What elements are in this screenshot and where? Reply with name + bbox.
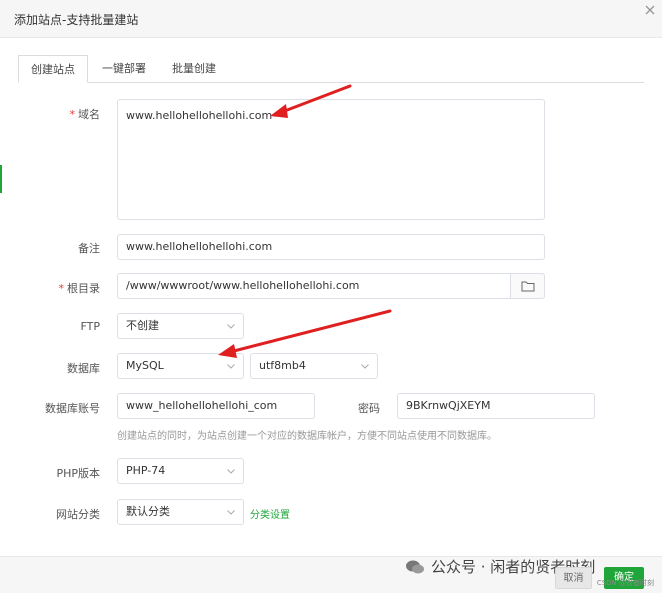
cancel-button[interactable]: 取消 — [555, 567, 592, 589]
arrow-to-database — [218, 309, 392, 358]
arrow-to-domain — [270, 84, 352, 118]
wechat-icon — [406, 560, 424, 573]
annotation-arrows — [218, 84, 392, 358]
watermark-small: CSDN @贤者时刻 — [596, 579, 654, 587]
